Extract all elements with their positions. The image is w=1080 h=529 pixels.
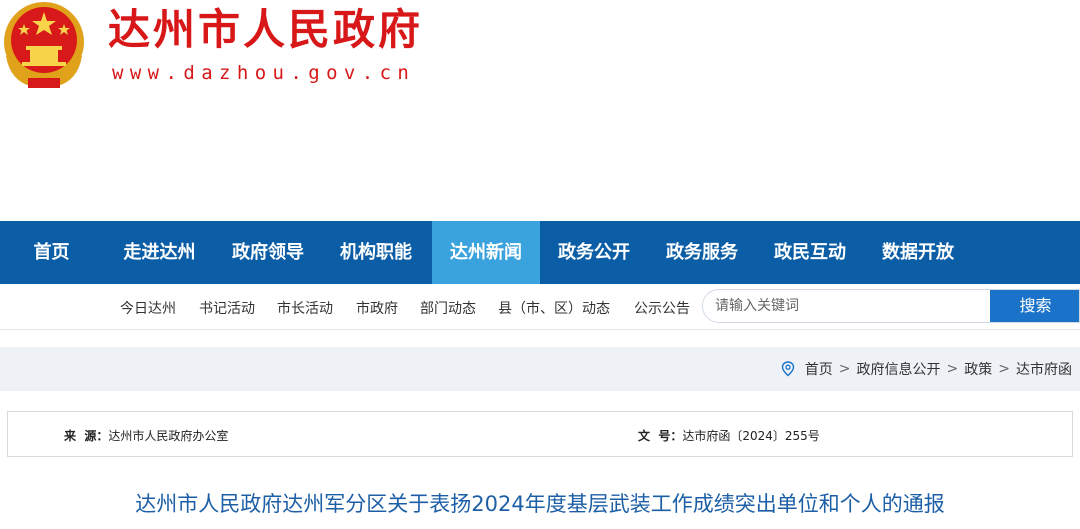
search-button[interactable]: 搜索 xyxy=(990,290,1079,322)
subnav-item-city-gov[interactable]: 市政府 xyxy=(356,298,398,318)
subnav-item-notices[interactable]: 公示公告 xyxy=(634,298,690,318)
nav-item-services[interactable]: 政务服务 xyxy=(648,221,756,284)
site-header: 达州市人民政府 www.dazhou.gov.cn xyxy=(0,0,1080,221)
location-pin-icon xyxy=(781,361,794,377)
subnav-item-today[interactable]: 今日达州 xyxy=(120,298,176,318)
meta-source-label: 来 源： xyxy=(64,429,109,443)
nav-item-open-data[interactable]: 数据开放 xyxy=(864,221,972,284)
meta-source: 来 源：达州市人民政府办公室 xyxy=(64,427,228,444)
subnav-item-counties[interactable]: 县（市、区）动态 xyxy=(498,298,610,318)
national-emblem-icon xyxy=(4,2,84,88)
nav-item-news[interactable]: 达州新闻 xyxy=(432,221,540,284)
article-title: 达州市人民政府达州军分区关于表扬2024年度基层武装工作成绩突出单位和个人的通报 xyxy=(135,492,945,516)
nav-item-leaders[interactable]: 政府领导 xyxy=(216,221,320,284)
meta-doc-number-label: 文 号： xyxy=(638,429,683,443)
breadcrumb-separator: > xyxy=(946,361,959,377)
breadcrumb-bar: 首页 > 政府信息公开 > 政策 > 达市府函 xyxy=(0,347,1080,391)
site-url[interactable]: www.dazhou.gov.cn xyxy=(112,62,415,84)
nav-item-about[interactable]: 走进达州 xyxy=(103,221,216,284)
breadcrumb-separator: > xyxy=(998,361,1010,377)
document-meta: 来 源：达州市人民政府办公室 文 号：达市府函〔2024〕255号 xyxy=(7,411,1073,457)
search-box: 搜索 xyxy=(702,289,1080,323)
meta-doc-number-value: 达市府函〔2024〕255号 xyxy=(682,429,820,443)
breadcrumb-current[interactable]: 达市府函 xyxy=(1016,359,1072,379)
subnav-item-departments[interactable]: 部门动态 xyxy=(420,298,476,318)
breadcrumb-policy[interactable]: 政策 xyxy=(964,359,992,379)
breadcrumb-home[interactable]: 首页 xyxy=(805,359,833,379)
main-nav: 首页 走进达州 政府领导 机构职能 达州新闻 政务公开 政务服务 政民互动 数据… xyxy=(0,221,1080,284)
nav-item-gov-affairs[interactable]: 政务公开 xyxy=(540,221,648,284)
nav-item-home[interactable]: 首页 xyxy=(0,221,103,284)
nav-item-agencies[interactable]: 机构职能 xyxy=(320,221,432,284)
subnav-item-secretary[interactable]: 书记活动 xyxy=(199,298,255,318)
breadcrumb-info-disclosure[interactable]: 政府信息公开 xyxy=(857,359,941,379)
site-title[interactable]: 达州市人民政府 xyxy=(108,6,423,54)
meta-doc-number: 文 号：达市府函〔2024〕255号 xyxy=(638,427,820,444)
search-input[interactable] xyxy=(703,290,989,322)
breadcrumb: 首页 > 政府信息公开 > 政策 > 达市府函 xyxy=(781,359,1072,379)
breadcrumb-separator: > xyxy=(838,361,851,377)
meta-source-value: 达州市人民政府办公室 xyxy=(108,429,229,443)
nav-item-interaction[interactable]: 政民互动 xyxy=(756,221,864,284)
subnav-item-mayor[interactable]: 市长活动 xyxy=(277,298,333,318)
